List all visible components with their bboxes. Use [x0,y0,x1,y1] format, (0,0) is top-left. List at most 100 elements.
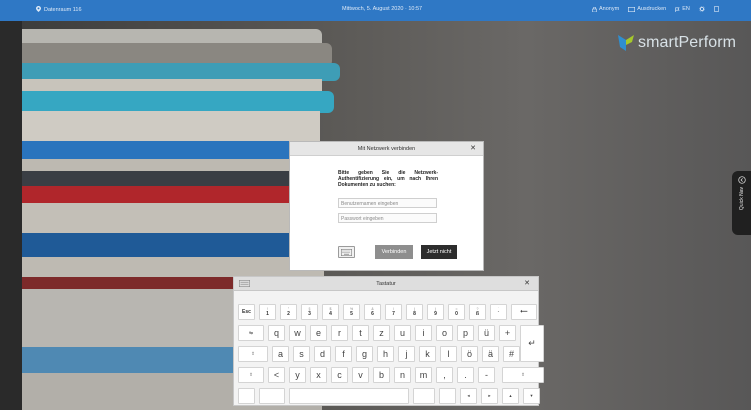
key-label: 1 [266,311,269,317]
key-letter[interactable]: . [457,367,474,383]
key-letter[interactable]: , [436,367,453,383]
card-icon [628,6,636,12]
key-letter[interactable]: d [314,346,331,362]
key-digit[interactable]: § 3 [301,304,318,320]
key-capslock[interactable]: ⇪ [238,346,268,362]
keyboard-title: Tastatur [376,281,396,287]
key-label: Esc [242,308,251,315]
key-letter[interactable]: - [478,367,495,383]
key-letter[interactable]: m [415,367,432,383]
key-letter[interactable]: t [352,325,369,341]
key-letter[interactable]: k [419,346,436,362]
key-letter[interactable]: ü [478,325,495,341]
key-letter[interactable]: h [377,346,394,362]
key-tab[interactable]: ⇆ [238,325,264,341]
key-left-arrow[interactable]: ◂ [460,388,477,404]
location-label: Datenraum 116 [44,7,82,13]
key-digit[interactable]: $4 [322,304,339,320]
key-label: 5 [350,311,353,317]
key-digit[interactable]: ) 9 [427,304,444,320]
up-arrow-icon: ▴ [509,393,512,398]
print-button[interactable]: Ausdrucken [628,6,666,12]
smartperform-logo-icon [618,35,634,51]
key-letter[interactable]: r [331,325,348,341]
lock-icon [592,6,597,12]
key-alt[interactable] [259,388,285,404]
key-right-arrow[interactable]: ▸ [481,388,498,404]
key-letter[interactable]: l [440,346,457,362]
location[interactable]: Datenraum 116 [36,6,82,14]
username-input[interactable]: Benutzernamen eingeben [338,198,437,208]
key-label: 8 [413,311,416,317]
key-esc[interactable]: Esc [238,304,255,320]
key-letter[interactable]: i [415,325,432,341]
language-label: EN [682,6,690,12]
key-letter[interactable]: y [289,367,306,383]
quick-nav-tab[interactable]: Quick Nav [732,171,751,235]
key-end[interactable] [439,388,456,404]
key-digit[interactable]: % 5 [343,304,360,320]
key-digit[interactable]: ! 1 [259,304,276,320]
connect-button[interactable]: Verbinden [375,245,413,259]
key-letter[interactable]: x [310,367,327,383]
key-digit[interactable]: " 2 [280,304,297,320]
key-letter[interactable]: g [356,346,373,362]
logout-button[interactable] [714,6,720,12]
settings-button[interactable] [699,6,705,12]
key-enter[interactable]: ↵ [520,325,544,362]
print-label: Ausdrucken [637,6,667,12]
keyboard-close-icon[interactable]: ✕ [524,277,530,291]
key-letter[interactable]: f [335,346,352,362]
key-letter[interactable]: a [272,346,289,362]
top-bar: Datenraum 116 Mittwoch, 5. August 2020 ·… [0,0,751,21]
key-letter[interactable]: j [398,346,415,362]
key-label: 6 [371,311,374,317]
key-space[interactable] [289,388,409,404]
datetime: Mittwoch, 5. August 2020 · 10:57 [342,6,423,12]
shift-icon: ⇧ [521,372,525,377]
key-shift-left[interactable]: ⇧ [238,367,264,383]
key-up-arrow[interactable]: ▴ [502,388,519,404]
language-switch[interactable]: EN [675,6,690,12]
key-letter[interactable]: n [394,367,411,383]
not-now-button[interactable]: Jetzt nicht [421,245,457,259]
key-letter[interactable]: c [331,367,348,383]
logo-text: smartPerform [638,34,737,51]
user-label: Anonym [599,6,620,12]
key-digit[interactable]: ` ´ [490,304,507,320]
key-backspace[interactable]: ⟵ [511,304,537,320]
key-letter[interactable]: q [268,325,285,341]
key-letter[interactable]: z [373,325,390,341]
key-digit[interactable]: = 0 [448,304,465,320]
key-letter[interactable]: s [293,346,310,362]
on-screen-keyboard: Tastatur ✕ Esc ! 1 " 2 § 3 $4% 5 & 6/7(8) 9 = 0? ß ` ´ ⟵ ⇆… [233,276,544,406]
show-keyboard-button[interactable] [338,246,355,258]
key-letter[interactable]: ä [482,346,499,362]
key-space-label[interactable] [413,388,435,404]
key-label: 4 [329,311,332,317]
key-letter[interactable]: p [457,325,474,341]
key-down-arrow[interactable]: ▾ [523,388,540,404]
key-letter[interactable]: # [503,346,520,362]
key-digit[interactable]: & 6 [364,304,381,320]
key-letter[interactable]: o [436,325,453,341]
key-label: 2 [287,311,290,317]
key-letter[interactable]: e [310,325,327,341]
key-letter[interactable]: < [268,367,285,383]
key-digit[interactable]: (8 [406,304,423,320]
key-language[interactable] [238,388,255,404]
dialog-close-icon[interactable]: ✕ [470,142,476,156]
user-menu[interactable]: Anonym [592,6,619,12]
key-letter[interactable]: + [499,325,516,341]
key-letter[interactable]: b [373,367,390,383]
key-letter[interactable]: w [289,325,306,341]
key-digit[interactable]: ? ß [469,304,486,320]
password-input[interactable]: Passwort eingeben [338,213,437,223]
key-label: ⟵ [520,308,528,315]
key-shift-right[interactable]: ⇧ [502,367,544,383]
key-digit[interactable]: /7 [385,304,402,320]
key-letter[interactable]: v [352,367,369,383]
key-letter[interactable]: ö [461,346,478,362]
key-letter[interactable]: u [394,325,411,341]
dialog-title: Mit Netzwerk verbinden [357,146,416,152]
